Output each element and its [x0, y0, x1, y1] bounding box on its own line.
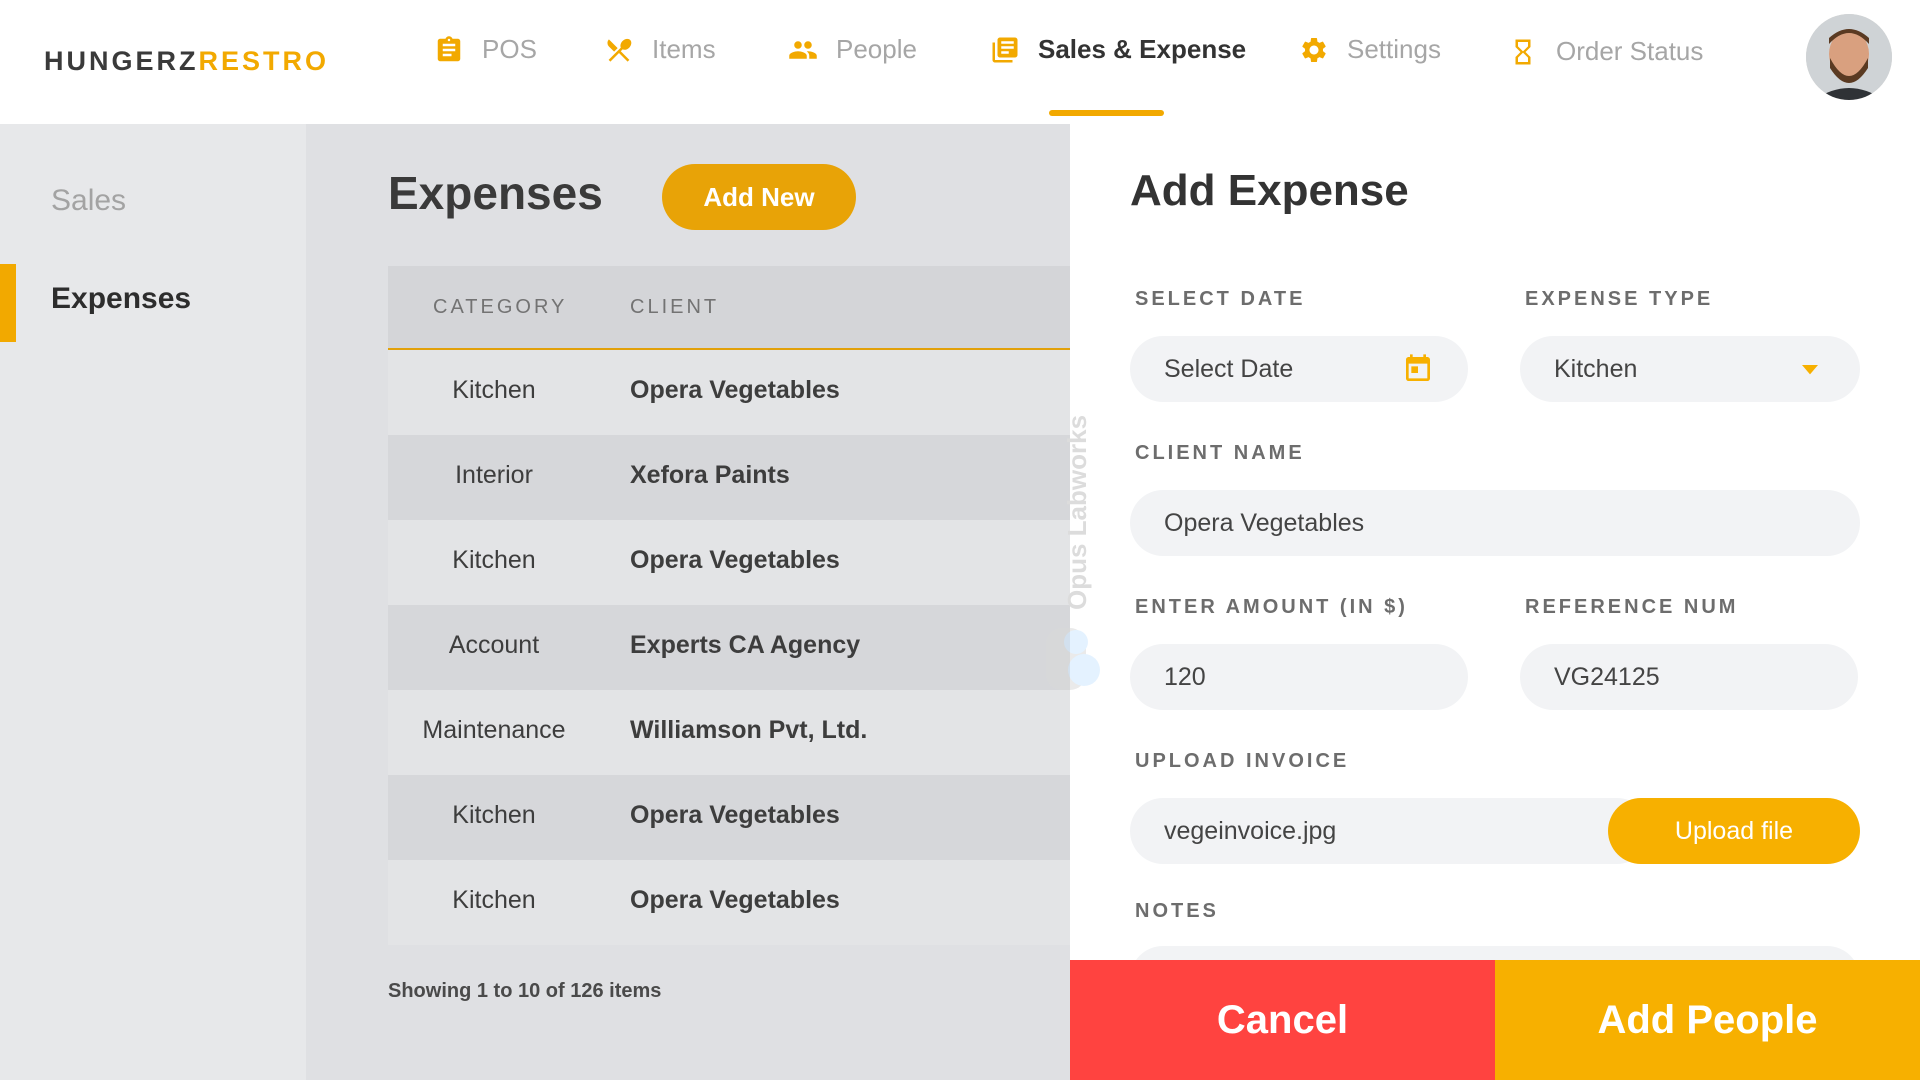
table-row[interactable]: Kitchen Opera Vegetables: [388, 860, 1070, 945]
hourglass-icon: [1515, 39, 1531, 64]
page-title: Expenses: [388, 167, 603, 219]
nav-settings[interactable]: Settings: [1299, 34, 1441, 65]
nav-sales-expense-label: Sales & Expense: [1038, 34, 1247, 64]
top-header: HUNGERZRESTRO POS Items People Sales & E…: [0, 0, 1920, 124]
watermark-text: Opus Labworks: [1062, 415, 1092, 610]
client-name-label: CLIENT NAME: [1135, 442, 1305, 464]
column-header-client[interactable]: CLIENT: [630, 296, 719, 319]
reference-input[interactable]: VG24125: [1520, 644, 1858, 710]
date-picker-field[interactable]: Select Date: [1130, 336, 1468, 402]
category-cell: Kitchen: [452, 376, 536, 404]
category-cell: Kitchen: [452, 886, 536, 914]
watermark-logo-icon: [1046, 628, 1100, 690]
gear-icon: [1302, 37, 1326, 62]
upload-file-button[interactable]: Upload file: [1608, 798, 1860, 864]
cancel-button[interactable]: Cancel: [1070, 960, 1495, 1080]
client-cell: Opera Vegetables: [630, 886, 840, 914]
panel-title: Add Expense: [1130, 166, 1409, 215]
reference-label: REFERENCE NUM: [1525, 596, 1739, 618]
nav-sales-expense[interactable]: Sales & Expense: [990, 34, 1246, 65]
sidebar-active-marker: [0, 264, 16, 342]
upload-filename-field[interactable]: vegeinvoice.jpg: [1130, 798, 1650, 864]
clipboard-icon: [437, 35, 461, 61]
nav-order-status[interactable]: Order Status: [1508, 36, 1703, 67]
app-logo[interactable]: HUNGERZRESTRO: [44, 46, 329, 77]
expenses-table: CATEGORY CLIENT Kitchen Opera Vegetables…: [388, 266, 1070, 945]
nav-pos[interactable]: POS: [434, 34, 537, 65]
table-row[interactable]: Kitchen Opera Vegetables: [388, 520, 1070, 605]
category-cell: Kitchen: [452, 801, 536, 829]
table-row[interactable]: Kitchen Opera Vegetables: [388, 350, 1070, 435]
expense-type-label: EXPENSE TYPE: [1525, 288, 1714, 310]
amount-label: ENTER AMOUNT (IN $): [1135, 596, 1408, 618]
client-cell: Experts CA Agency: [630, 631, 861, 659]
people-icon: [789, 40, 817, 59]
pagination-summary: Showing 1 to 10 of 126 items: [388, 980, 662, 1002]
category-cell: Interior: [455, 461, 533, 489]
client-cell: Opera Vegetables: [630, 376, 840, 404]
nav-items-label: Items: [652, 34, 716, 64]
nav-settings-label: Settings: [1347, 34, 1441, 64]
amount-value: 120: [1164, 662, 1206, 691]
expense-type-value: Kitchen: [1554, 354, 1638, 383]
client-cell: Williamson Pvt, Ltd.: [630, 716, 868, 744]
chevron-down-icon: [1802, 365, 1818, 375]
user-avatar[interactable]: [1806, 14, 1892, 100]
category-cell: Kitchen: [452, 546, 536, 574]
add-people-button[interactable]: Add People: [1495, 960, 1920, 1080]
upload-label: UPLOAD INVOICE: [1135, 750, 1350, 772]
document-icon: [992, 37, 1018, 62]
table-row[interactable]: Account Experts CA Agency: [388, 605, 1070, 690]
nav-order-status-label: Order Status: [1556, 36, 1704, 66]
expenses-main: Expenses Add New CATEGORY CLIENT Kitchen…: [306, 124, 1070, 1080]
client-name-input[interactable]: Opera Vegetables: [1130, 490, 1860, 556]
upload-filename: vegeinvoice.jpg: [1164, 816, 1337, 845]
client-cell: Opera Vegetables: [630, 801, 840, 829]
table-row[interactable]: Kitchen Opera Vegetables: [388, 775, 1070, 860]
add-expense-panel: Add Expense SELECT DATE Select Date EXPE…: [1070, 124, 1920, 1080]
logo-part-2: RESTRO: [198, 46, 330, 76]
notes-label: NOTES: [1135, 900, 1219, 922]
category-cell: Account: [448, 631, 540, 659]
nav-items[interactable]: Items: [604, 34, 716, 65]
table-header: CATEGORY CLIENT: [388, 266, 1070, 350]
logo-part-1: HUNGERZ: [44, 46, 199, 76]
expense-type-select[interactable]: Kitchen: [1520, 336, 1860, 402]
nav-people[interactable]: People: [788, 34, 917, 65]
calendar-icon[interactable]: [1402, 353, 1434, 385]
date-placeholder: Select Date: [1164, 354, 1294, 383]
sidebar-item-sales[interactable]: Sales: [51, 184, 126, 218]
client-cell: Xefora Paints: [630, 461, 790, 489]
date-label: SELECT DATE: [1135, 288, 1306, 310]
client-name-value: Opera Vegetables: [1164, 508, 1365, 537]
nav-people-label: People: [836, 34, 917, 64]
amount-input[interactable]: 120: [1130, 644, 1468, 710]
reference-value: VG24125: [1554, 662, 1660, 691]
client-cell: Opera Vegetables: [630, 546, 840, 574]
nav-pos-label: POS: [482, 34, 537, 64]
column-header-category[interactable]: CATEGORY: [433, 296, 567, 319]
table-row[interactable]: Interior Xefora Paints: [388, 435, 1070, 520]
sidebar-item-expenses[interactable]: Expenses: [51, 282, 191, 316]
watermark: Opus Labworks: [1046, 415, 1100, 690]
active-tab-indicator: [1049, 110, 1164, 116]
left-sidebar: Sales Expenses: [0, 124, 306, 1080]
category-cell: Maintenance: [422, 716, 566, 744]
utensils-icon: [607, 38, 632, 62]
add-new-button[interactable]: Add New: [662, 164, 856, 230]
table-row[interactable]: Maintenance Williamson Pvt, Ltd.: [388, 690, 1070, 775]
